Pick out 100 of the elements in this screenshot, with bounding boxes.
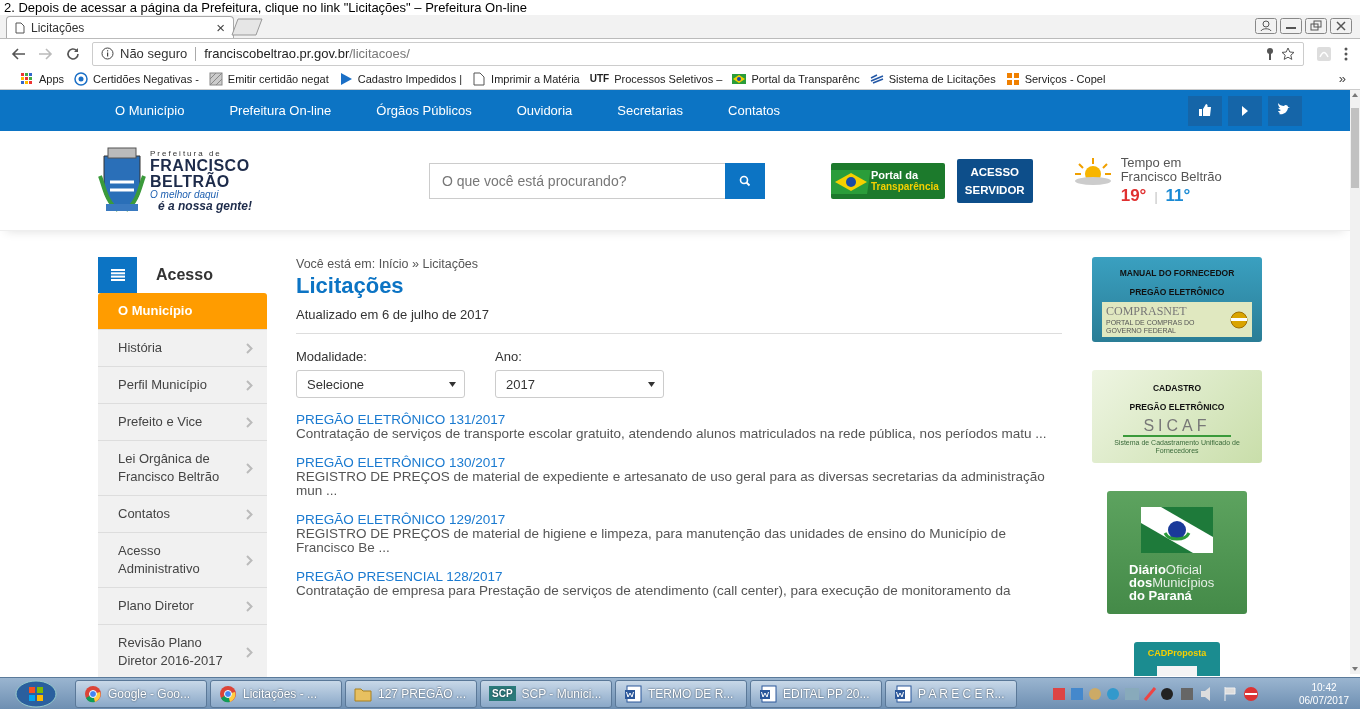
tender-description: Contratação de empresa para Prestação de serviços de atendimento (call center), para execução de monitoramento da	[296, 584, 1012, 598]
nav-link[interactable]: O Município	[115, 103, 185, 118]
bookmark-item[interactable]: Cadastro Impedidos |	[338, 71, 463, 86]
document-icon	[894, 684, 912, 703]
reload-icon[interactable]	[66, 46, 80, 61]
sidebar-title: Acesso	[156, 266, 213, 284]
search-icon	[739, 174, 751, 187]
tender-link[interactable]: PREGÃO ELETRÔNICO 131/2017	[296, 412, 1062, 427]
bookmark-item[interactable]: Emitir certidão negat	[208, 71, 329, 86]
bookmark-item[interactable]: Sistema de Licitações	[869, 71, 996, 86]
tab-close-button[interactable]: ×	[216, 20, 225, 35]
portal-text: Portal da	[871, 168, 920, 182]
sidebar-item[interactable]: Lei Orgânica de Francisco Beltrão	[98, 441, 267, 496]
nav-link[interactable]: Secretarias	[617, 103, 684, 118]
star-icon[interactable]	[1281, 46, 1295, 61]
dropdown[interactable]: 2017	[495, 370, 664, 398]
tender-description: REGISTRO DE PREÇOS de material de higiene e limpeza, para manutenção das unidades de ensino do Município de Francisco Be ...	[296, 527, 1007, 555]
dropdown[interactable]: Selecione	[296, 370, 465, 398]
sidebar-item[interactable]: História	[98, 330, 267, 367]
user-icon[interactable]	[1255, 18, 1277, 34]
search-button[interactable]	[725, 162, 765, 199]
tender-description: REGISTRO DE PREÇOS de material de expediente e artesanato de uso geral para as diversas secretarias da administração mun ...	[296, 470, 1046, 498]
official-gazette-banner[interactable]: DiárioOficial dosMunicípios do Paraná	[1107, 491, 1247, 614]
tender-link[interactable]: PREGÃO ELETRÔNICO 129/2017	[296, 512, 1062, 527]
bookmark-label: Serviços - Copel	[1024, 72, 1106, 85]
tender-link[interactable]: PREGÃO PRESENCIAL 128/2017	[296, 569, 1062, 584]
button-text: ACESSO	[969, 164, 1021, 180]
social-button[interactable]	[1188, 95, 1222, 126]
server-access-button[interactable]: ACESSO SERVIDOR	[956, 158, 1033, 203]
menu-icon[interactable]	[1344, 46, 1348, 61]
nav-link[interactable]: Ouvidoria	[516, 103, 573, 118]
bookmark-item[interactable]: Certidões Negativas -	[74, 71, 199, 86]
tender-description: Contratação de serviços de transporte escolar gratuito, atendendo alunos matriculados na rede pública, nos períodos matu ...	[296, 427, 1048, 441]
caret-down-icon	[449, 381, 456, 387]
address-field[interactable]: Não seguro franciscobeltrao.pr.gov.br/licitacoes/	[92, 41, 1304, 66]
clock-time: 10:42	[1310, 680, 1338, 694]
banner-text: PREGÃO ELETRÔNICO	[1129, 285, 1225, 299]
social-button[interactable]	[1268, 95, 1302, 126]
banner-text: CADASTRO	[1152, 382, 1202, 395]
squares-icon	[1005, 71, 1020, 86]
restore-icon[interactable]	[1305, 18, 1327, 34]
nav-link[interactable]: Órgãos Públicos	[376, 103, 472, 118]
page-icon	[15, 21, 25, 34]
sidebar-item[interactable]: Prefeito e Vice	[98, 404, 267, 441]
bookmark-item[interactable]: Imprimir a Matéria	[472, 71, 580, 86]
sidebar-item[interactable]: Contatos	[98, 496, 267, 533]
nav-link[interactable]: Contatos	[728, 103, 781, 118]
bookmark-label: Sistema de Licitações	[888, 72, 996, 85]
logo-subtitle: Prefeitura de	[150, 149, 223, 158]
search-field[interactable]: O que você está procurando?	[429, 162, 725, 199]
bookmark-item[interactable]: Serviços - Copel	[1005, 71, 1106, 86]
social-button[interactable]	[1228, 95, 1262, 126]
bookmark-item[interactable]: Apps	[20, 71, 65, 86]
min-temperature: 11°	[1165, 185, 1191, 206]
sidebar-item[interactable]: Revisão Plano Diretor 2016-2017	[98, 625, 267, 677]
logo-text: COMPRASNET	[1106, 304, 1188, 319]
slogan-text: é a nossa gente!	[157, 199, 253, 212]
security-label: Não seguro	[120, 46, 188, 61]
bookmark-item[interactable]: UTF Processos Seletivos –	[589, 72, 723, 85]
key-icon[interactable]	[1265, 46, 1275, 61]
page-icon	[472, 71, 487, 86]
url-path: /licitacoes/	[349, 46, 410, 61]
chevron-right-icon	[246, 646, 253, 658]
lines-icon	[869, 71, 884, 86]
taskbar-button[interactable]: SCP SCP - Munici...	[480, 679, 612, 708]
sidebar-item[interactable]: Plano Diretor	[98, 588, 267, 625]
play-icon	[338, 71, 353, 86]
document-drawing	[1157, 666, 1197, 676]
chevron-right-icon	[246, 508, 253, 520]
chevron-right-icon	[246, 600, 253, 612]
sidebar-item[interactable]: Perfil Município	[98, 367, 267, 404]
bookmark-label: Apps	[39, 72, 65, 85]
page-title: Licitações	[296, 273, 405, 299]
globe-icon	[74, 71, 89, 86]
document-icon	[759, 684, 777, 703]
info-icon	[101, 47, 114, 60]
tender-link[interactable]: PREGÃO ELETRÔNICO 130/2017	[296, 455, 1062, 470]
banner-text: dosMunicípios	[1129, 576, 1216, 589]
app-badge: SCP	[489, 686, 516, 701]
nav-link[interactable]: Prefeitura On-line	[229, 103, 332, 118]
minimize-icon[interactable]	[1280, 18, 1302, 34]
chevron-right-icon	[246, 416, 253, 428]
chevron-right-icon	[246, 342, 253, 354]
scrollbar-drawing[interactable]	[1350, 90, 1360, 674]
bookmark-item[interactable]: Portal da Transparênc	[732, 71, 860, 86]
start-button[interactable]	[14, 679, 58, 708]
banner-text: CADProposta	[1147, 648, 1207, 658]
chevron-right-icon	[246, 554, 253, 566]
coin-icon	[1230, 310, 1248, 329]
more-bookmarks-button[interactable]: »	[1338, 71, 1346, 86]
menu-button[interactable]	[98, 257, 137, 293]
sidebar-item[interactable]: Acesso Administrativo	[98, 533, 267, 588]
image-icon	[208, 71, 223, 86]
caret-down-icon	[648, 381, 655, 387]
back-arrow-icon[interactable]	[10, 46, 26, 61]
close-icon[interactable]	[1330, 18, 1352, 34]
transparency-portal-banner[interactable]: Portal da Transparência	[831, 162, 945, 199]
menu-icon	[110, 269, 125, 281]
browser-tab[interactable]: Licitações ×	[6, 16, 234, 38]
button-text: SERVIDOR	[964, 182, 1025, 198]
